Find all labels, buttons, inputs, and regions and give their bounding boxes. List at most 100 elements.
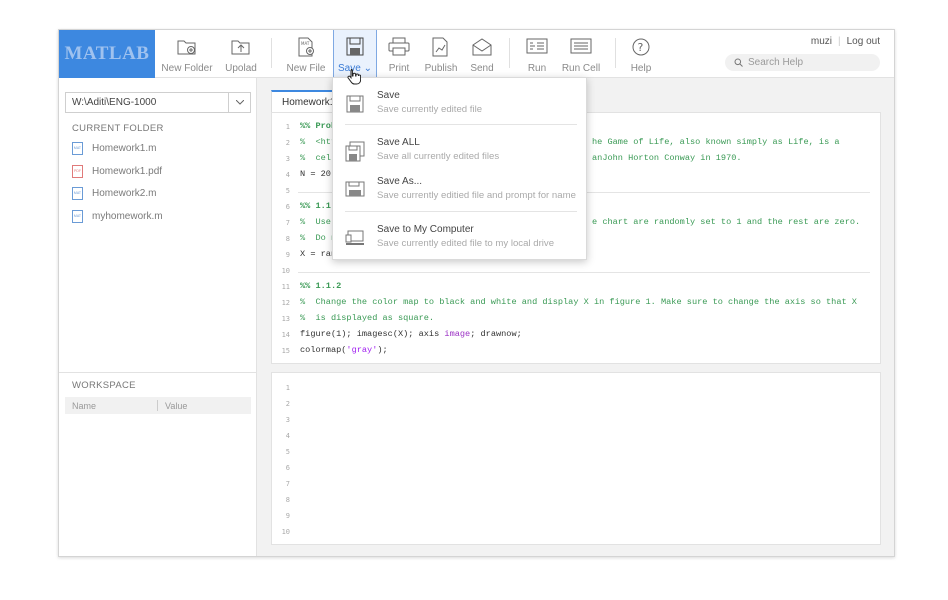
line-number: 8 — [285, 496, 290, 504]
code-line: colormap('gray'); — [300, 345, 388, 355]
menu-item-desc: Save currently editied file and prompt f… — [377, 190, 576, 201]
current-folder-label: CURRENT FOLDER — [72, 123, 164, 134]
code-line-fragment: e chart are randomly set to 1 and the re… — [592, 217, 861, 227]
code-line: N = 20; — [300, 169, 337, 179]
line-number: 9 — [285, 251, 290, 259]
matlab-logo[interactable]: MATLAB — [59, 30, 155, 78]
mat-file-icon: MAT — [72, 209, 83, 223]
mat-file-icon: MAT — [72, 186, 83, 200]
user-divider: | — [838, 36, 841, 47]
line-number: 3 — [285, 416, 290, 424]
search-input[interactable]: Search Help — [725, 54, 880, 71]
code-line: % Change the color map to black and whit… — [300, 297, 857, 307]
upload-icon — [231, 40, 250, 55]
line-number: 3 — [285, 155, 290, 163]
code-line: % <htt — [300, 137, 337, 147]
logout-link[interactable]: Log out — [847, 36, 880, 47]
menu-item-save[interactable]: Save Save currently edited file — [333, 88, 586, 124]
file-item[interactable]: PDF Homework1.pdf — [72, 164, 162, 178]
code-line: %% 1.1 — [300, 201, 331, 211]
publish-icon — [432, 37, 448, 57]
line-number: 5 — [285, 187, 290, 195]
line-number: 13 — [281, 315, 290, 323]
search-placeholder: Search Help — [748, 57, 804, 68]
new-folder-button[interactable]: New Folder — [159, 30, 215, 78]
pdf-file-icon: PDF — [72, 164, 83, 178]
file-name: Homework1.pdf — [92, 165, 163, 177]
code-line-fragment: anJohn Horton Conway in 1970. — [592, 153, 742, 163]
menu-item-save-as[interactable]: Save As... Save currently editied file a… — [333, 174, 586, 210]
current-folder-select[interactable]: W:\Aditi\ENG-1000 — [65, 92, 251, 113]
column-name[interactable]: Name — [72, 401, 96, 411]
toolbar-divider — [509, 38, 510, 68]
publish-button[interactable]: Publish — [423, 30, 459, 78]
svg-text:MAT: MAT — [301, 41, 310, 46]
save-icon — [346, 37, 364, 56]
line-number: 9 — [285, 512, 290, 520]
code-line: %% 1.1.2 — [300, 281, 342, 291]
line-number: 7 — [285, 219, 290, 227]
workspace-label: WORKSPACE — [72, 380, 136, 391]
line-number: 1 — [285, 384, 290, 392]
command-window[interactable]: 1 2 3 4 5 6 7 8 9 10 — [271, 372, 881, 545]
upload-button[interactable]: Upolad — [219, 30, 263, 78]
workspace-table-header: Name Value — [65, 397, 251, 414]
cell-divider — [298, 272, 870, 273]
search-icon — [734, 58, 743, 67]
new-file-button[interactable]: MAT New File — [281, 30, 331, 78]
menu-item-save-all[interactable]: Save ALL Save all currently edited files — [333, 135, 586, 171]
tab-homework1[interactable]: Homework1 — [271, 90, 341, 112]
run-button[interactable]: Run — [521, 30, 553, 78]
chevron-down-icon[interactable] — [228, 93, 250, 112]
line-number: 1 — [285, 123, 290, 131]
line-number: 14 — [281, 331, 290, 339]
file-item[interactable]: MAT myhomework.m — [72, 209, 163, 223]
menu-item-desc: Save currently edited file to my local d… — [377, 238, 555, 249]
save-all-icon — [345, 141, 365, 162]
menu-item-title: Save — [377, 90, 400, 101]
save-dropdown-menu: Save Save currently edited file Save ALL… — [332, 77, 587, 260]
line-number: 4 — [285, 432, 290, 440]
toolbar-divider — [271, 38, 272, 68]
hand-cursor-icon — [347, 69, 361, 85]
menu-item-title: Save to My Computer — [377, 224, 474, 235]
help-icon: ? — [632, 38, 650, 56]
svg-text:?: ? — [638, 41, 644, 54]
chevron-down-icon: ⌄ — [363, 63, 372, 74]
run-cell-icon — [570, 38, 592, 54]
code-line: % cell — [300, 153, 337, 163]
menu-item-title: Save ALL — [377, 137, 420, 148]
code-line: figure(1); imagesc(X); axis image; drawn… — [300, 329, 522, 339]
left-panel: W:\Aditi\ENG-1000 CURRENT FOLDER MAT Hom… — [59, 78, 257, 556]
line-number: 11 — [281, 283, 290, 291]
line-number: 6 — [285, 464, 290, 472]
line-number: 15 — [281, 347, 290, 355]
run-cell-button[interactable]: Run Cell — [561, 30, 601, 78]
current-path: W:\Aditi\ENG-1000 — [72, 97, 157, 108]
send-button[interactable]: Send — [467, 30, 497, 78]
print-button[interactable]: Print — [383, 30, 415, 78]
menu-divider — [345, 124, 577, 125]
line-number: 10 — [281, 267, 290, 275]
code-line-fragment: he Game of Life, also known simply as Li… — [592, 137, 840, 147]
file-item[interactable]: MAT Homework1.m — [72, 141, 156, 155]
line-number: 2 — [285, 139, 290, 147]
code-line: % Use — [300, 217, 331, 227]
code-line: X = ran — [300, 249, 337, 259]
printer-icon — [388, 37, 410, 56]
file-name: Homework2.m — [92, 187, 157, 199]
file-name: Homework1.m — [92, 142, 157, 154]
username: muzi — [810, 36, 833, 47]
line-number: 10 — [281, 528, 290, 536]
line-number: 6 — [285, 203, 290, 211]
toolbar: MATLAB New Folder Upolad MAT New File Sa… — [59, 30, 894, 78]
line-number: 7 — [285, 480, 290, 488]
menu-item-save-to-computer[interactable]: Save to My Computer Save currently edite… — [333, 222, 586, 258]
line-number: 12 — [281, 299, 290, 307]
column-divider — [157, 400, 158, 411]
code-line: % Do n — [300, 233, 337, 243]
menu-item-title: Save As... — [377, 176, 423, 187]
column-value[interactable]: Value — [165, 401, 187, 411]
help-button[interactable]: ? Help — [625, 30, 657, 78]
file-item[interactable]: MAT Homework2.m — [72, 186, 156, 200]
